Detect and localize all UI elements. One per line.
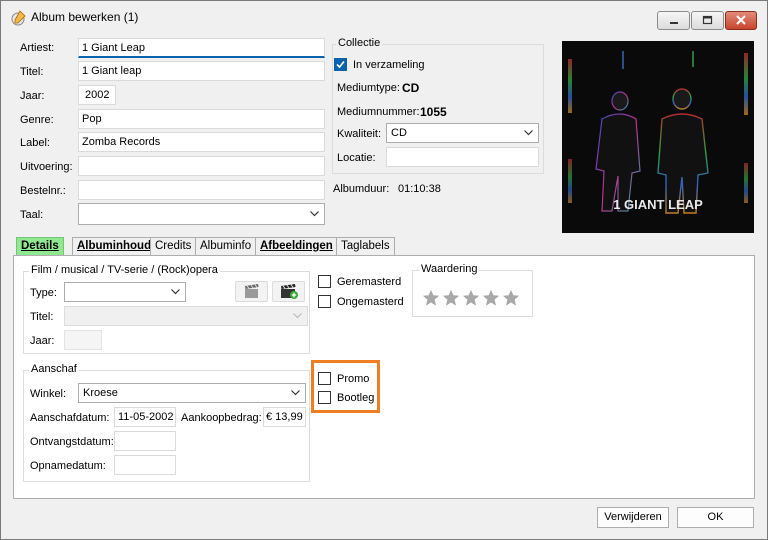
film-search-button[interactable] — [235, 281, 268, 302]
chevron-down-icon — [293, 313, 302, 319]
locatie-input[interactable] — [386, 147, 539, 167]
mediumnummer-label: Mediumnummer: — [337, 106, 420, 118]
album-cover-art: 1 GIANT LEAP — [568, 51, 748, 214]
mediumtype-label: Mediumtype: — [337, 82, 400, 94]
mediumtype-value: CD — [402, 81, 420, 95]
star-rating[interactable] — [421, 288, 523, 308]
opnamedatum-label: Opnamedatum: — [30, 460, 106, 472]
waardering-title: Waardering — [419, 263, 480, 275]
bootleg-label: Bootleg — [337, 392, 375, 404]
label-input[interactable]: Zomba Records — [78, 132, 325, 152]
aankoopbedrag-label: Aankoopbedrag: — [181, 412, 262, 424]
star-icon[interactable] — [462, 289, 480, 307]
kwaliteit-label: Kwaliteit: — [337, 128, 382, 140]
titel-input[interactable]: 1 Giant leap — [78, 61, 325, 81]
genre-input[interactable]: Pop — [78, 109, 325, 129]
jaar-input[interactable]: 2002 — [78, 85, 116, 105]
album-cover-image[interactable]: 1 GIANT LEAP — [562, 41, 754, 233]
star-icon[interactable] — [482, 289, 500, 307]
film-jaar-label: Jaar: — [30, 335, 55, 347]
film-titel-select[interactable] — [64, 306, 308, 326]
opnamedatum-input[interactable] — [114, 455, 176, 475]
ongemasterd-label: Ongemasterd — [337, 296, 404, 308]
albumduur-value: 01:10:38 — [398, 183, 441, 195]
jaar-label: Jaar: — [20, 90, 45, 102]
uitvoering-label: Uitvoering: — [20, 161, 73, 173]
promo-checkbox[interactable] — [318, 372, 331, 385]
edit-cd-icon — [11, 10, 26, 26]
ontvangstdatum-input[interactable] — [114, 431, 176, 451]
genre-label: Genre: — [20, 114, 54, 126]
aankoopbedrag-input[interactable]: € 13,99 — [263, 407, 306, 427]
chevron-down-icon — [524, 130, 533, 136]
close-icon — [736, 15, 746, 25]
collectie-title: Collectie — [336, 37, 383, 49]
winkel-label: Winkel: — [30, 388, 67, 400]
clapperboard-icon — [245, 284, 259, 298]
kwaliteit-select-value: CD — [391, 127, 407, 139]
winkel-select[interactable]: Kroese — [78, 383, 306, 403]
minimize-icon — [670, 22, 678, 24]
tab-taglabels[interactable]: Taglabels — [336, 237, 395, 256]
film-titel-label: Titel: — [30, 311, 54, 323]
tab-albuminhoud[interactable]: Albuminhoud — [72, 237, 157, 256]
kwaliteit-select[interactable]: CD — [386, 123, 539, 143]
title-bar[interactable]: Album bewerken (1) — [1, 1, 767, 33]
taal-select[interactable] — [78, 203, 325, 225]
mediumnummer-value: 1055 — [420, 105, 447, 119]
ontvangstdatum-label: Ontvangstdatum: — [30, 436, 114, 448]
geremasterd-label: Geremasterd — [337, 276, 402, 288]
taal-label: Taal: — [20, 209, 44, 221]
promo-bootleg-highlight — [311, 360, 380, 413]
tab-credits[interactable]: Credits — [150, 237, 197, 256]
tab-albuminfo[interactable]: Albuminfo — [195, 237, 257, 256]
label-label: Label: — [20, 137, 50, 149]
aanschaf-title: Aanschaf — [29, 363, 79, 375]
maximize-icon — [702, 15, 713, 25]
ok-button[interactable]: OK — [677, 507, 754, 528]
film-type-select[interactable] — [64, 282, 186, 302]
tab-details[interactable]: Details — [16, 237, 64, 256]
window-title: Album bewerken (1) — [31, 10, 139, 24]
delete-button[interactable]: Verwijderen — [597, 507, 669, 528]
star-icon[interactable] — [422, 289, 440, 307]
geremasterd-checkbox[interactable] — [318, 275, 331, 288]
album-edit-window: Album bewerken (1) Artiest: 1 Giant Leap… — [0, 0, 768, 540]
artiest-label: Artiest: — [20, 42, 55, 54]
chevron-down-icon — [171, 289, 180, 295]
promo-label: Promo — [337, 373, 370, 385]
bootleg-checkbox[interactable] — [318, 391, 331, 404]
star-icon[interactable] — [502, 289, 520, 307]
bestelnr-label: Bestelnr.: — [20, 185, 66, 197]
film-jaar-input[interactable] — [64, 330, 102, 350]
album-cover-title: 1 GIANT LEAP — [613, 197, 703, 212]
minimize-button[interactable] — [657, 11, 690, 30]
in-verzameling-checkbox[interactable] — [334, 58, 347, 71]
winkel-select-value: Kroese — [83, 387, 118, 399]
film-type-label: Type: — [30, 287, 57, 299]
locatie-label: Locatie: — [337, 152, 376, 164]
chevron-down-icon — [310, 211, 319, 217]
maximize-button[interactable] — [691, 11, 724, 30]
chevron-down-icon — [291, 390, 300, 396]
uitvoering-input[interactable] — [78, 156, 325, 176]
albumduur-label: Albumduur: — [333, 183, 390, 195]
aanschafdatum-input[interactable]: 11-05-2002 — [114, 407, 176, 427]
film-group-title: Film / musical / TV-serie / (Rock)opera — [29, 264, 220, 276]
aanschafdatum-label: Aanschafdatum: — [30, 412, 110, 424]
clapperboard-add-icon — [281, 284, 298, 299]
checkmark-icon — [336, 60, 345, 69]
ongemasterd-checkbox[interactable] — [318, 295, 331, 308]
in-verzameling-label: In verzameling — [353, 59, 425, 71]
tab-afbeeldingen[interactable]: Afbeeldingen — [255, 237, 338, 256]
artiest-input[interactable]: 1 Giant Leap — [78, 38, 325, 58]
close-button[interactable] — [725, 11, 757, 30]
film-add-button[interactable] — [272, 281, 305, 302]
bestelnr-input[interactable] — [78, 180, 325, 200]
titel-label: Titel: — [20, 66, 44, 78]
star-icon[interactable] — [442, 289, 460, 307]
